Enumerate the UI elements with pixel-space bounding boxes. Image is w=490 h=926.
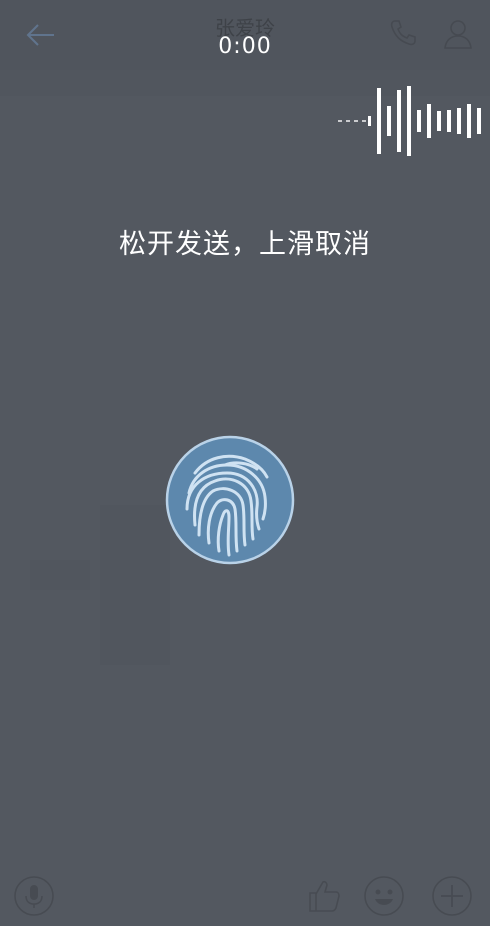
chat-input-bar — [0, 864, 490, 926]
ghost-message — [100, 505, 170, 665]
microphone-icon[interactable] — [14, 876, 54, 916]
plus-icon[interactable] — [432, 876, 472, 916]
fingerprint-icon[interactable] — [165, 435, 295, 565]
ghost-message — [30, 560, 90, 590]
sound-wave-icon — [338, 86, 481, 156]
recording-timer: 0:00 — [218, 34, 272, 59]
thumbs-up-icon[interactable] — [306, 878, 342, 914]
release-to-send-hint: 松开发送，上滑取消 — [119, 229, 371, 260]
smiley-icon[interactable] — [364, 876, 404, 916]
